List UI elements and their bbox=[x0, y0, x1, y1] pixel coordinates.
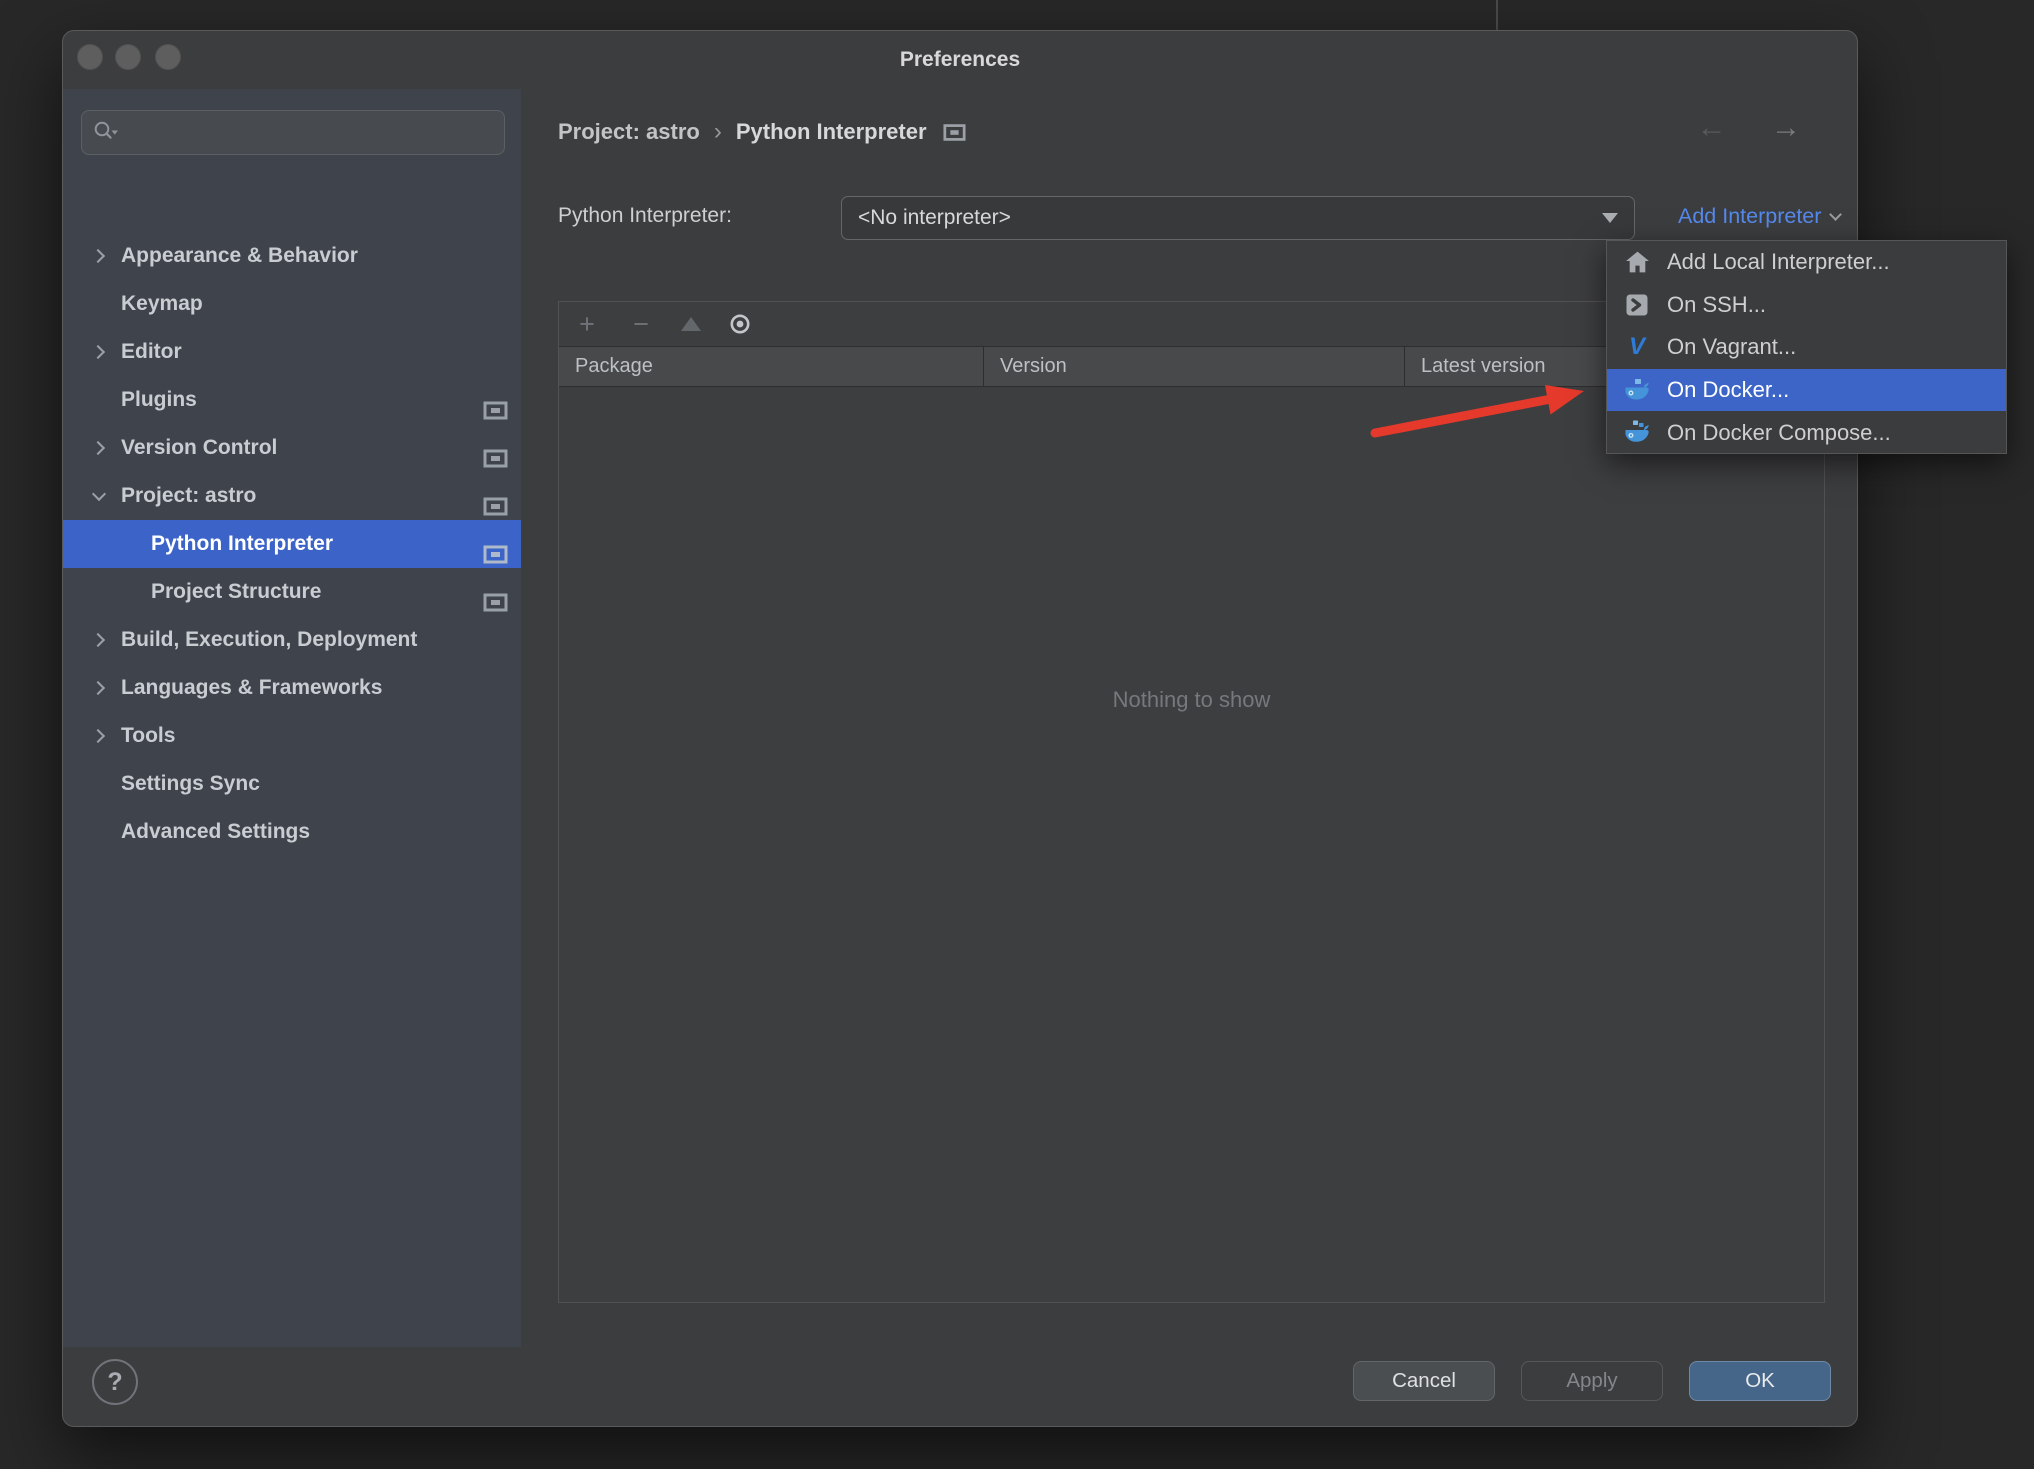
sidebar-item-settings-sync[interactable]: Settings Sync bbox=[63, 760, 521, 808]
breadcrumb: Project: astro › Python Interpreter bbox=[558, 117, 966, 147]
sidebar-item-python-interpreter[interactable]: Python Interpreter bbox=[63, 520, 521, 568]
upgrade-package-button[interactable] bbox=[681, 317, 701, 331]
chevron-right-icon[interactable] bbox=[93, 443, 104, 454]
menu-item-on-docker[interactable]: On Docker... bbox=[1607, 368, 2006, 412]
menu-item-on-ssh[interactable]: On SSH... bbox=[1607, 284, 2006, 327]
breadcrumb-page-title: Python Interpreter bbox=[735, 119, 927, 144]
menu-item-on-docker-compose[interactable]: On Docker Compose... bbox=[1607, 411, 2006, 454]
sidebar-item-label: Project: astro bbox=[121, 484, 257, 507]
sidebar-item-label: Editor bbox=[121, 340, 182, 363]
sidebar-item-version-control[interactable]: Version Control bbox=[63, 424, 521, 472]
sidebar-item-label: Tools bbox=[121, 724, 176, 747]
add-package-button[interactable]: + bbox=[573, 309, 601, 340]
show-early-releases-button[interactable] bbox=[727, 311, 753, 337]
title-bar[interactable]: Preferences bbox=[63, 31, 1857, 89]
sidebar-item-plugins[interactable]: Plugins bbox=[63, 376, 521, 424]
ok-button[interactable]: OK bbox=[1689, 1361, 1831, 1401]
sidebar-item-label: Advanced Settings bbox=[121, 820, 311, 843]
menu-item-label: On Docker... bbox=[1667, 377, 1790, 403]
sidebar-item-keymap[interactable]: Keymap bbox=[63, 280, 521, 328]
combo-dropdown-arrow-icon[interactable] bbox=[1602, 213, 1618, 223]
back-arrow-icon[interactable]: ← bbox=[1697, 111, 1727, 144]
add-interpreter-link[interactable]: Add Interpreter bbox=[1678, 204, 1841, 229]
cancel-button[interactable]: Cancel bbox=[1353, 1361, 1495, 1401]
docker-icon bbox=[1623, 376, 1651, 404]
dialog-footer: ? Cancel Apply OK bbox=[63, 1345, 1857, 1426]
interpreter-selected-value: <No interpreter> bbox=[858, 206, 1011, 229]
sidebar-item-label: Languages & Frameworks bbox=[121, 676, 383, 699]
settings-search-box[interactable] bbox=[81, 110, 505, 155]
help-button[interactable]: ? bbox=[92, 1359, 138, 1405]
sidebar-item-label: Plugins bbox=[121, 388, 197, 411]
sidebar-item-label: Project Structure bbox=[151, 580, 322, 603]
menu-item-label: Add Local Interpreter... bbox=[1667, 249, 1890, 275]
sidebar-item-label: Python Interpreter bbox=[151, 532, 334, 555]
sidebar-item-label: Keymap bbox=[121, 292, 203, 315]
chevron-down-icon bbox=[1831, 210, 1841, 220]
chevron-right-icon[interactable] bbox=[93, 251, 104, 262]
menu-item-label: On Vagrant... bbox=[1667, 334, 1797, 360]
sidebar-item-project-structure[interactable]: Project Structure bbox=[63, 568, 521, 616]
red-annotation-arrow bbox=[1370, 385, 1584, 438]
search-input[interactable] bbox=[119, 121, 494, 144]
sidebar-item-project-astro[interactable]: Project: astro bbox=[63, 472, 521, 520]
sidebar-item-label: Build, Execution, Deployment bbox=[121, 628, 418, 651]
window-title: Preferences bbox=[899, 48, 1021, 71]
menu-item-add-local-interpreter[interactable]: Add Local Interpreter... bbox=[1607, 241, 2006, 284]
chevron-right-icon[interactable] bbox=[93, 731, 104, 742]
forward-arrow-icon[interactable]: → bbox=[1771, 111, 1801, 144]
menu-item-label: On SSH... bbox=[1667, 291, 1767, 317]
docker-compose-icon bbox=[1623, 419, 1651, 447]
chevron-right-icon[interactable] bbox=[93, 347, 104, 358]
preferences-window: Preferences Appearance & Behavior Keymap… bbox=[62, 30, 1858, 1427]
vagrant-icon: V bbox=[1628, 333, 1645, 361]
empty-table-message: Nothing to show bbox=[1112, 687, 1271, 712]
add-interpreter-label: Add Interpreter bbox=[1678, 204, 1822, 228]
search-icon bbox=[94, 121, 118, 139]
chevron-right-icon[interactable] bbox=[93, 635, 104, 646]
chevron-right-icon[interactable] bbox=[93, 683, 104, 694]
remove-package-button[interactable]: − bbox=[627, 309, 655, 340]
add-interpreter-menu: Add Local Interpreter... On SSH... V On … bbox=[1606, 240, 2007, 454]
apply-button[interactable]: Apply bbox=[1521, 1361, 1663, 1401]
sidebar-item-label: Version Control bbox=[121, 436, 278, 459]
background-window-edge bbox=[1496, 0, 1498, 30]
sidebar-item-build-execution-deployment[interactable]: Build, Execution, Deployment bbox=[63, 616, 521, 664]
sidebar-item-label: Settings Sync bbox=[121, 772, 260, 795]
breadcrumb-project[interactable]: Project: astro bbox=[558, 119, 700, 145]
screen-icon bbox=[942, 123, 966, 142]
sidebar-item-editor[interactable]: Editor bbox=[63, 328, 521, 376]
sidebar-item-languages-frameworks[interactable]: Languages & Frameworks bbox=[63, 664, 521, 712]
history-navigation: ← → bbox=[1661, 111, 1801, 145]
chevron-down-icon[interactable] bbox=[93, 491, 104, 502]
ssh-terminal-icon bbox=[1623, 291, 1651, 319]
column-header-package[interactable]: Package bbox=[559, 347, 984, 386]
menu-item-label: On Docker Compose... bbox=[1667, 419, 1891, 445]
breadcrumb-separator: › bbox=[713, 118, 722, 145]
sidebar-item-tools[interactable]: Tools bbox=[63, 712, 521, 760]
sidebar-item-label: Appearance & Behavior bbox=[121, 244, 358, 267]
menu-item-on-vagrant[interactable]: V On Vagrant... bbox=[1607, 326, 2006, 369]
interpreter-label: Python Interpreter: bbox=[558, 204, 732, 227]
column-header-version[interactable]: Version bbox=[984, 347, 1405, 386]
interpreter-select[interactable]: <No interpreter> bbox=[841, 196, 1635, 240]
sidebar-item-advanced-settings[interactable]: Advanced Settings bbox=[63, 808, 521, 856]
settings-sidebar: Appearance & Behavior Keymap Editor Plug… bbox=[63, 89, 521, 1347]
home-icon bbox=[1623, 248, 1651, 276]
interpreter-row: Python Interpreter: <No interpreter> Add… bbox=[558, 196, 1894, 240]
sidebar-item-appearance-behavior[interactable]: Appearance & Behavior bbox=[63, 232, 521, 280]
